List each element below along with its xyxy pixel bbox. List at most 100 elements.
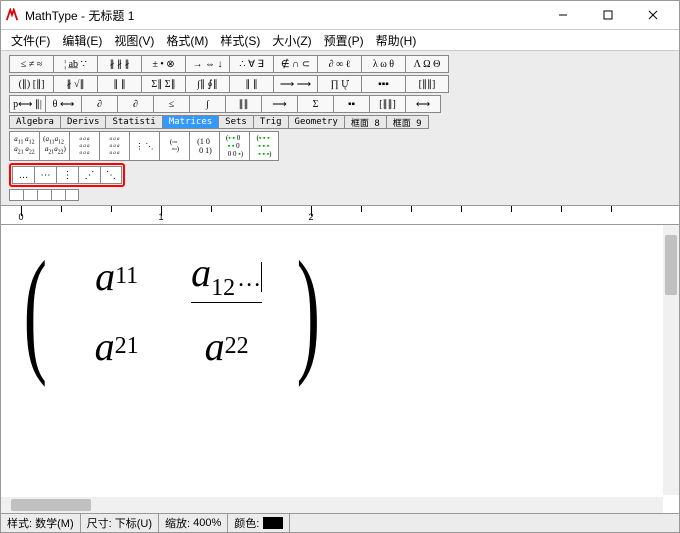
tmpl-btn[interactable]: ∥ ∥ [229,75,273,93]
tmpl-btn[interactable]: ∏ Ų̇ [317,75,361,93]
status-zoom[interactable]: 缩放: 400% [159,514,228,532]
status-size[interactable]: 尺寸: 下标(U) [81,514,159,532]
menu-size[interactable]: 大小(Z) [266,30,317,51]
bar-btn[interactable]: ⟶ [261,95,297,113]
matrix-icon: a11 a12a21 a22 [14,136,34,157]
menu-bar: 文件(F) 编辑(E) 视图(V) 格式(M) 样式(S) 大小(Z) 预置(P… [1,30,679,51]
bar-btn[interactable]: p⟷ ∥| [9,95,45,113]
matrix-template-green-a[interactable]: (▪ ▪ 0 ▪ ▪ 0 0 0 ▪) [219,131,249,161]
dots-iddots[interactable]: ⋰ [78,166,100,184]
window-title: MathType - 无标题 1 [25,7,540,24]
matrix-template-paren[interactable]: (a11a12 a21a22) [39,131,69,161]
bar-btn[interactable]: ∂ [81,95,117,113]
tab-9[interactable]: 框面 9 [386,115,429,129]
bar-btn[interactable]: ∫ [189,95,225,113]
sym-btn[interactable]: ¦ a̲b̲ ∵ [53,55,97,73]
extra-slot[interactable] [51,189,65,201]
bar-btn[interactable]: ≤ [153,95,189,113]
sym-btn[interactable]: ∴ ∀ ∃ [229,55,273,73]
status-style[interactable]: 样式: 数学(M) [1,514,81,532]
tmpl-btn[interactable]: Σ∥ Σ∥ [141,75,185,93]
extra-slot[interactable] [23,189,37,201]
menu-format[interactable]: 格式(M) [160,30,214,51]
sym-btn[interactable]: ∂ ∞ ℓ [317,55,361,73]
matrix-template-4x4a[interactable]: a a aa a aa a a [69,131,99,161]
sym-btn[interactable]: ≤ ≠ ≈ [9,55,53,73]
menu-help[interactable]: 帮助(H) [370,30,423,51]
sym-btn[interactable]: ± • ⊗ [141,55,185,73]
scroll-thumb[interactable] [665,235,677,295]
sym-btn[interactable]: Λ Ω Θ [405,55,449,73]
extra-slot[interactable] [9,189,23,201]
tmpl-btn[interactable]: ∥ ∥ [97,75,141,93]
horizontal-scrollbar[interactable] [1,497,663,513]
menu-view[interactable]: 视图(V) [108,30,160,51]
tab-matrices[interactable]: Matrices [162,115,218,129]
sym-btn[interactable]: ∦ ∦ ∦ [97,55,141,73]
tab-geometry[interactable]: Geometry [288,115,344,129]
tmpl-btn[interactable]: [∥∥] [405,75,449,93]
matrix-template-4x4b[interactable]: a a aa a aa a a [99,131,129,161]
sym-btn[interactable]: ∉ ∩ ⊂ [273,55,317,73]
dots-vdots[interactable]: ⋮ [56,166,78,184]
status-label: 样式: [7,515,32,531]
bar-btn[interactable]: ▪▪ [333,95,369,113]
tmpl-btn[interactable]: ∦ √∥ [53,75,97,93]
matrix-icon: (▪ ▪ ▪ ▪ ▪ ▪ ▪ ▪ ▪) [256,134,271,158]
cell-sub: 11 [115,263,138,290]
matrix-equation: ( a11 a12… a21 [12,241,331,381]
ruler-mark: 0 [18,212,23,222]
bar-btn[interactable]: ⟷ [405,95,441,113]
tab-algebra[interactable]: Algebra [9,115,60,129]
status-color[interactable]: 颜色: [228,514,290,532]
cell-base: a [95,323,115,370]
tmpl-btn[interactable]: ∫∥ ∮∥ [185,75,229,93]
tmpl-btn[interactable]: ⟶ ⟶ [273,75,317,93]
vertical-scrollbar[interactable] [663,225,679,495]
bar-btn[interactable]: ∂ [117,95,153,113]
matrix-template-identity[interactable]: (1 0 0 1) [189,131,219,161]
matrix-template-dots[interactable]: ⋮ ⋱ [129,131,159,161]
tab-trig[interactable]: Trig [253,115,288,129]
minimize-button[interactable] [540,1,585,29]
matrix-template-green-b[interactable]: (▪ ▪ ▪ ▪ ▪ ▪ ▪ ▪ ▪) [249,131,279,161]
matrix-cell-21[interactable]: a21 [62,311,172,381]
matrix-cell-22[interactable]: a22 [172,311,282,381]
tab-statistics[interactable]: Statisti [105,115,161,129]
dots-ddots[interactable]: ⋱ [100,166,122,184]
ruler[interactable]: 0 1 2 [1,206,679,225]
dots-palette: … ⋯ ⋮ ⋰ ⋱ [9,163,125,187]
close-button[interactable] [630,1,675,29]
tab-derivs[interactable]: Derivs [60,115,106,129]
symbol-row-1: ≤ ≠ ≈ ¦ a̲b̲ ∵ ∦ ∦ ∦ ± • ⊗ → ⇔ ↓ ∴ ∀ ∃ ∉… [9,55,671,73]
menu-preset[interactable]: 预置(P) [318,30,370,51]
matrix-cell-11[interactable]: a11 [62,241,172,311]
status-label: 缩放: [165,515,190,531]
matrix-template-2x2[interactable]: a11 a12a21 a22 [9,131,39,161]
dots-ldots[interactable]: … [12,166,34,184]
scroll-thumb[interactable] [11,499,91,511]
tmpl-btn[interactable]: ▪▪▪ [361,75,405,93]
equation-canvas[interactable]: ( a11 a12… a21 [2,226,678,512]
menu-style[interactable]: 样式(S) [214,30,266,51]
bar-btn[interactable]: θ ⟷ [45,95,81,113]
maximize-button[interactable] [585,1,630,29]
menu-edit[interactable]: 编辑(E) [56,30,108,51]
cell-base: a [205,323,225,370]
tmpl-btn[interactable]: (∥) [∥] [9,75,53,93]
sym-btn[interactable]: λ ω θ [361,55,405,73]
left-paren-icon: ( [24,241,47,381]
dots-cdots[interactable]: ⋯ [34,166,56,184]
bar-btn[interactable]: [∥∥] [369,95,405,113]
matrix-template-generic[interactable]: (▫▫ ▫▫) [159,131,189,161]
extra-slot[interactable] [65,189,79,201]
bar-btn[interactable]: Σ [297,95,333,113]
matrix-icon: a a aa a aa a a [110,136,120,157]
sym-btn[interactable]: → ⇔ ↓ [185,55,229,73]
bar-btn[interactable]: ∥∥ [225,95,261,113]
tab-8[interactable]: 框面 8 [344,115,386,129]
extra-slot[interactable] [37,189,51,201]
tab-sets[interactable]: Sets [218,115,253,129]
matrix-cell-12[interactable]: a12… [172,241,282,311]
menu-file[interactable]: 文件(F) [5,30,56,51]
